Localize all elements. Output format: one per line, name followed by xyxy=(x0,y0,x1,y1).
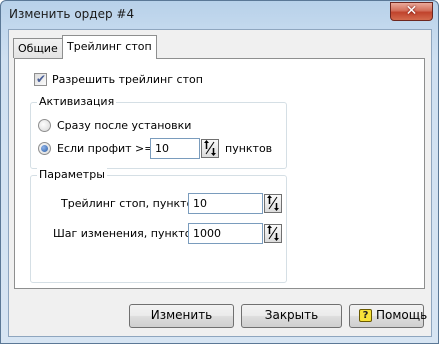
radio-profit-label[interactable]: Если профит >= xyxy=(57,142,153,155)
spinner-arrows-icon xyxy=(267,195,279,211)
order-dialog: Изменить ордер #4 ✕ Общие Трейлинг стоп … xyxy=(0,0,439,344)
window-title: Изменить ордер #4 xyxy=(9,7,135,21)
radio-profit[interactable] xyxy=(38,142,51,155)
close-button-label: Закрыть xyxy=(264,308,319,322)
step-points-spinner[interactable] xyxy=(264,224,282,243)
modify-button-label: Изменить xyxy=(150,308,213,322)
close-window-button[interactable]: ✕ xyxy=(390,2,433,21)
trailing-points-input[interactable]: 10 xyxy=(188,193,263,214)
step-points-input[interactable]: 1000 xyxy=(188,223,263,244)
close-icon: ✕ xyxy=(405,3,418,19)
tab-general[interactable]: Общие xyxy=(13,38,63,58)
trailing-stop-panel: ✔ Разрешить трейлинг стоп Активизация Ср… xyxy=(14,58,425,289)
parameters-group-title: Параметры xyxy=(37,168,107,181)
help-icon: ? xyxy=(359,309,372,322)
tab-general-label: Общие xyxy=(18,42,58,55)
trailing-points-spinner[interactable] xyxy=(264,194,282,213)
spinner-arrows-icon xyxy=(267,225,279,241)
help-button-label: Помощь xyxy=(376,308,428,322)
tab-trailing-stop[interactable]: Трейлинг стоп xyxy=(62,35,157,59)
modify-button[interactable]: Изменить xyxy=(129,304,234,328)
trailing-points-label: Трейлинг стоп, пунктов: xyxy=(61,197,204,210)
dialog-client-area: Общие Трейлинг стоп ✔ Разрешить трейлинг… xyxy=(8,29,432,337)
profit-spinner[interactable] xyxy=(201,139,219,158)
checkmark-icon: ✔ xyxy=(36,72,47,86)
points-label: пунктов xyxy=(225,142,273,155)
radio-immediate-label[interactable]: Сразу после установки xyxy=(57,119,191,132)
tab-trailing-stop-label: Трейлинг стоп xyxy=(67,40,152,53)
help-button[interactable]: ? Помощь xyxy=(349,304,428,328)
close-button[interactable]: Закрыть xyxy=(241,304,342,328)
enable-trailing-checkbox[interactable]: ✔ xyxy=(34,72,47,86)
activation-group-title: Активизация xyxy=(37,95,117,108)
step-points-label: Шаг изменения, пунктов: xyxy=(53,227,202,240)
profit-threshold-input[interactable]: 10 xyxy=(150,138,200,159)
radio-immediate[interactable] xyxy=(38,119,51,132)
enable-trailing-label[interactable]: Разрешить трейлинг стоп xyxy=(52,73,203,86)
spinner-arrows-icon xyxy=(204,140,216,156)
title-bar[interactable]: Изменить ордер #4 ✕ xyxy=(1,1,438,29)
